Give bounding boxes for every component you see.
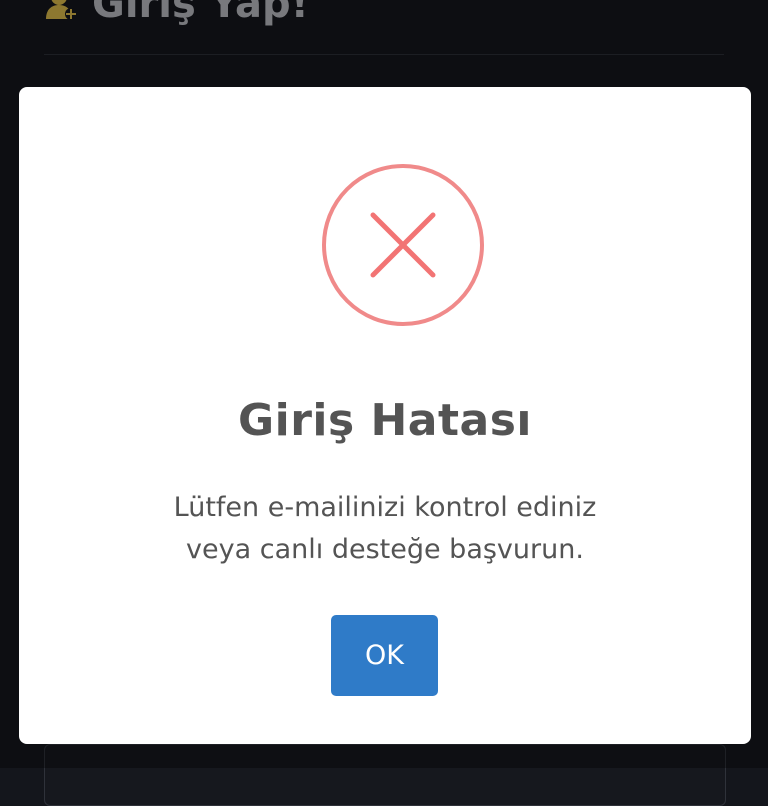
error-dialog: Giriş Hatası Lütfen e-mailinizi kontrol … xyxy=(19,87,751,744)
dialog-message-line-2: veya canlı desteğe başvurun. xyxy=(186,534,584,565)
dialog-title: Giriş Hatası xyxy=(238,395,532,446)
modal-overlay: Giriş Hatası Lütfen e-mailinizi kontrol … xyxy=(0,0,768,768)
dialog-message: Lütfen e-mailinizi kontrol ediniz veya c… xyxy=(89,487,681,571)
error-x-icon xyxy=(321,163,485,327)
dialog-message-line-1: Lütfen e-mailinizi kontrol ediniz xyxy=(173,492,597,523)
ok-button[interactable]: OK xyxy=(331,615,438,696)
